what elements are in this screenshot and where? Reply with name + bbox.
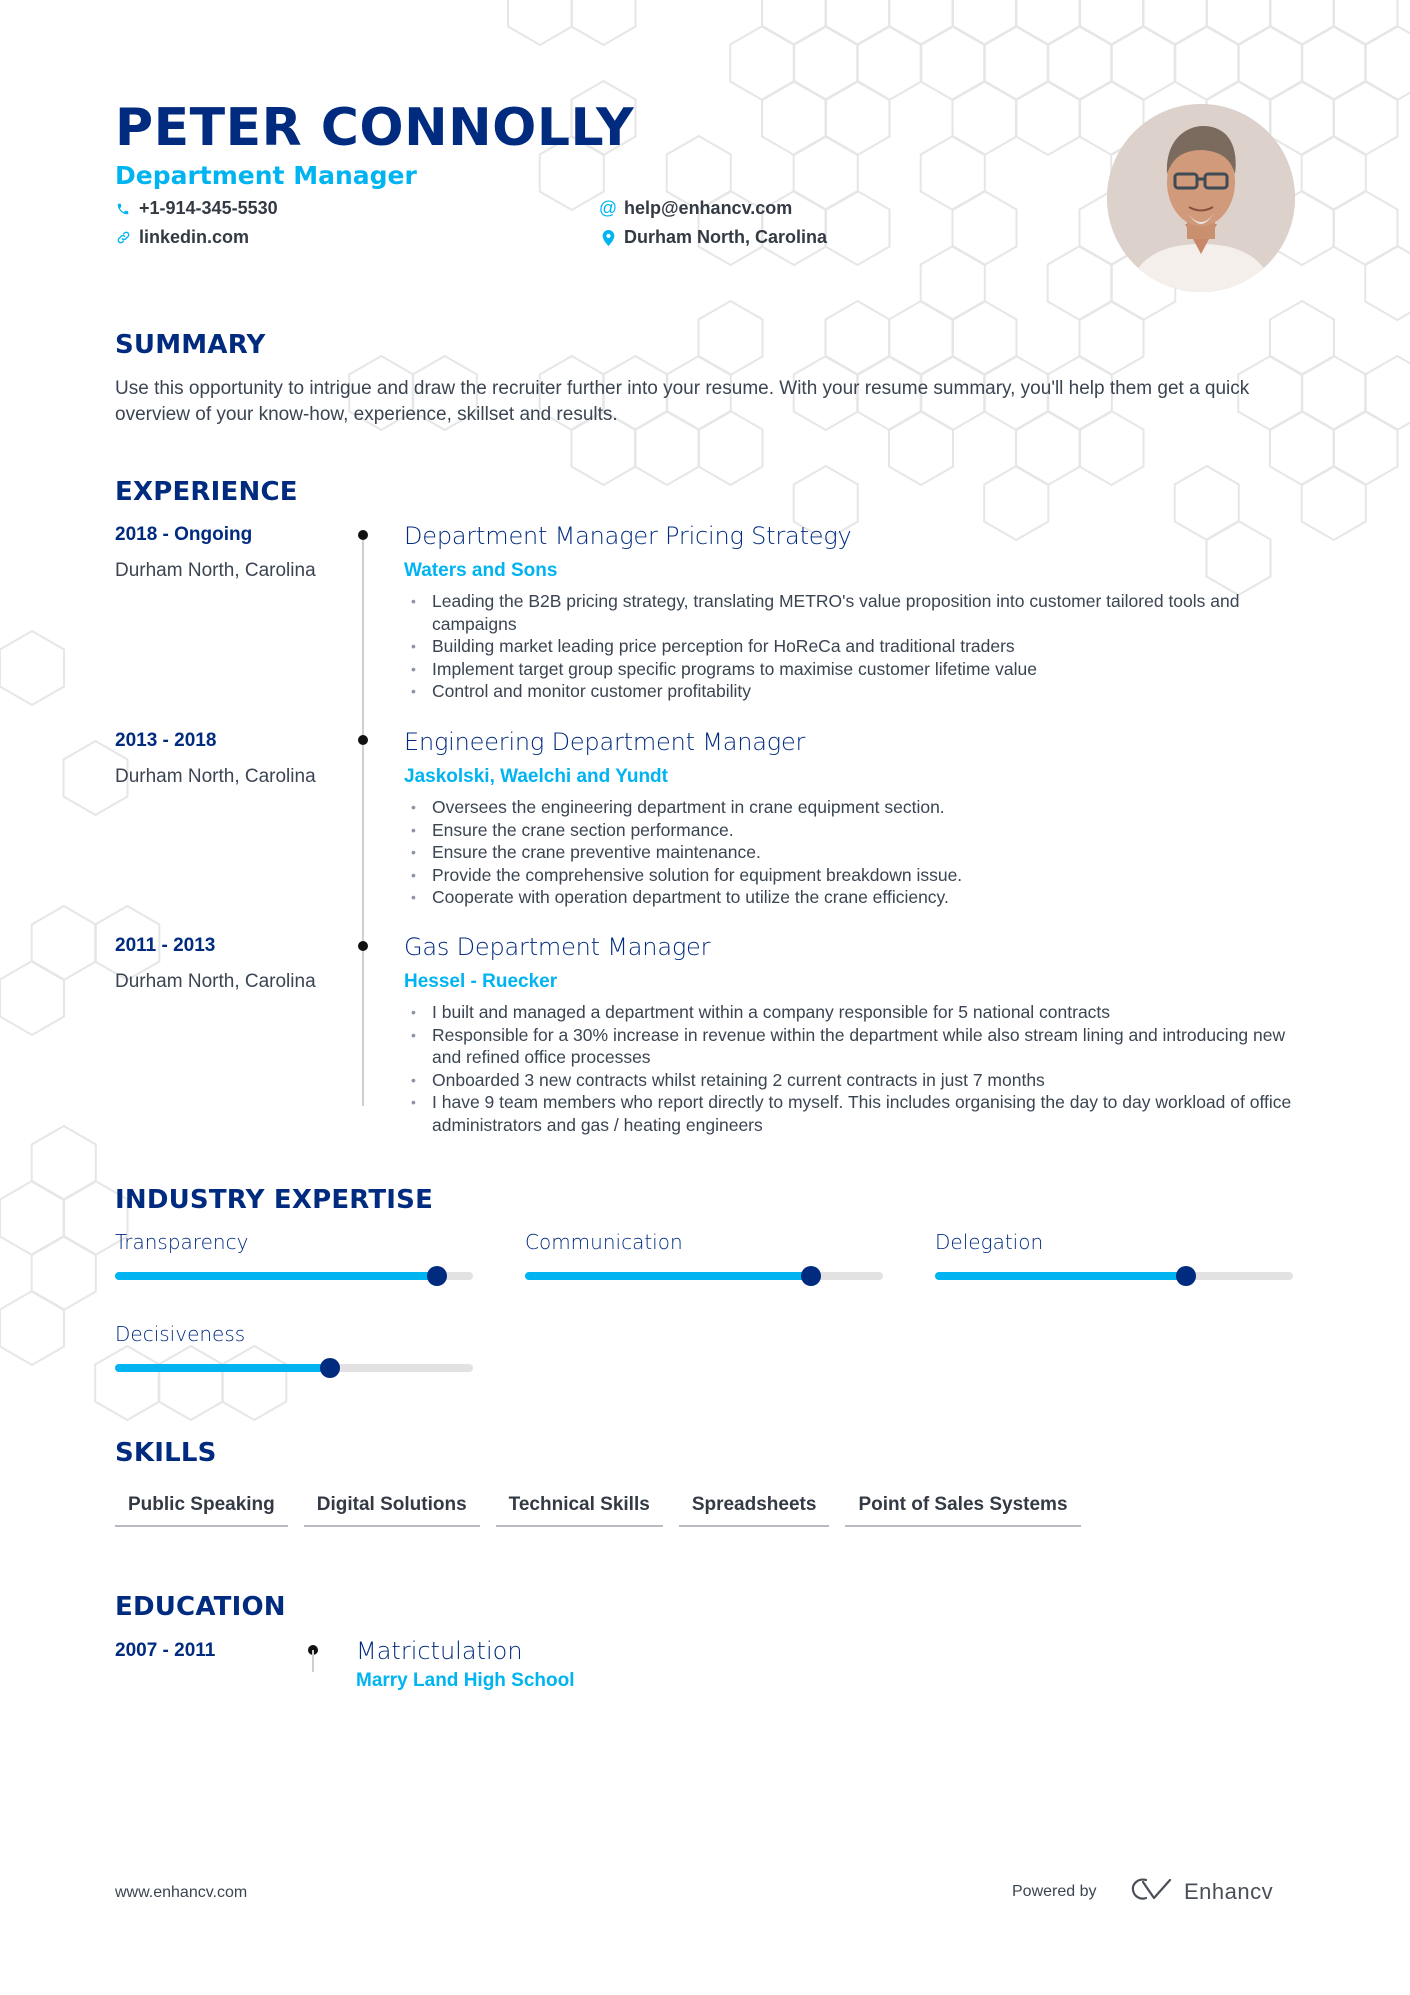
skill-tag: Point of Sales Systems bbox=[845, 1490, 1081, 1527]
expertise-heading: INDUSTRY EXPERTISE bbox=[115, 1185, 434, 1215]
skills-heading: SKILLS bbox=[115, 1438, 217, 1468]
education-school: Marry Land High School bbox=[356, 1670, 575, 1691]
at-icon: @ bbox=[598, 198, 618, 218]
experience-company: Waters and Sons bbox=[404, 560, 558, 581]
location-text: Durham North, Carolina bbox=[624, 227, 828, 247]
bullet-item: Implement target group specific programs… bbox=[404, 658, 1304, 681]
contact-linkedin[interactable]: linkedin.com bbox=[115, 227, 249, 248]
footer-powered-by: Powered by bbox=[1012, 1883, 1097, 1900]
skill-tag: Technical Skills bbox=[495, 1490, 663, 1527]
expertise-bar bbox=[935, 1266, 1293, 1286]
bullet-item: Control and monitor customer profitabili… bbox=[404, 680, 1304, 703]
expertise-bar-fill bbox=[115, 1272, 438, 1280]
contact-phone: +1-914-345-5530 bbox=[115, 198, 278, 219]
expertise-bar bbox=[115, 1266, 473, 1286]
link-icon bbox=[115, 229, 131, 247]
expertise-label: Decisiveness bbox=[115, 1322, 246, 1346]
bullet-item: Leading the B2B pricing strategy, transl… bbox=[404, 590, 1304, 635]
education-degree: Matrictulation bbox=[356, 1637, 523, 1665]
experience-dates: 2013 - 2018 bbox=[115, 730, 217, 751]
enhancv-logo-icon bbox=[1130, 1876, 1176, 1908]
summary-text: Use this opportunity to intrigue and dra… bbox=[115, 378, 1250, 425]
education-dates: 2007 - 2011 bbox=[115, 1640, 216, 1661]
expertise-label: Delegation bbox=[935, 1230, 1044, 1254]
expertise-bar bbox=[525, 1266, 883, 1286]
contact-email[interactable]: @ help@enhancv.com bbox=[598, 198, 792, 219]
experience-dates: 2018 - Ongoing bbox=[115, 524, 253, 545]
experience-bullets: Leading the B2B pricing strategy, transl… bbox=[404, 590, 1304, 703]
bullet-item: Ensure the crane preventive maintenance. bbox=[404, 841, 1304, 864]
summary-heading: SUMMARY bbox=[115, 330, 266, 360]
enhancv-logo-text: Enhancv bbox=[1184, 1879, 1274, 1904]
experience-company: Hessel - Ruecker bbox=[404, 971, 558, 992]
skill-tag: Spreadsheets bbox=[678, 1490, 830, 1527]
timeline-dot bbox=[358, 735, 368, 745]
candidate-title: Department Manager bbox=[115, 161, 417, 190]
bullet-item: Responsible for a 30% increase in revenu… bbox=[404, 1024, 1304, 1069]
bullet-item: I built and managed a department within … bbox=[404, 1001, 1304, 1024]
profile-photo bbox=[1107, 104, 1295, 292]
bullet-item: Provide the comprehensive solution for e… bbox=[404, 864, 1304, 887]
timeline-dot bbox=[358, 530, 368, 540]
phone-icon bbox=[115, 200, 131, 218]
bullet-item: Onboarded 3 new contracts whilst retaini… bbox=[404, 1069, 1304, 1092]
experience-title: Engineering Department Manager bbox=[404, 728, 806, 756]
experience-heading: EXPERIENCE bbox=[115, 477, 298, 507]
skill-tag: Digital Solutions bbox=[303, 1490, 480, 1527]
expertise-label: Communication bbox=[525, 1230, 683, 1254]
experience-company: Jaskolski, Waelchi and Yundt bbox=[404, 766, 668, 787]
education-timeline-line bbox=[312, 1650, 314, 1672]
expertise-bar-fill bbox=[115, 1364, 330, 1372]
candidate-name: PETER CONNOLLY bbox=[115, 98, 635, 158]
bullet-item: Oversees the engineering department in c… bbox=[404, 796, 1304, 819]
portrait-illustration bbox=[1107, 104, 1295, 292]
experience-title: Department Manager Pricing Strategy bbox=[404, 522, 852, 550]
expertise-label: Transparency bbox=[115, 1230, 249, 1254]
experience-location: Durham North, Carolina bbox=[115, 560, 316, 581]
contact-location: Durham North, Carolina bbox=[600, 227, 827, 248]
bullet-item: Cooperate with operation department to u… bbox=[404, 886, 1304, 909]
timeline-dot bbox=[358, 941, 368, 951]
expertise-bar-knob bbox=[319, 1358, 340, 1378]
location-pin-icon bbox=[600, 229, 616, 247]
experience-bullets: I built and managed a department within … bbox=[404, 1001, 1304, 1136]
expertise-bar-knob bbox=[801, 1266, 822, 1286]
skill-tag: Public Speaking bbox=[115, 1490, 288, 1527]
expertise-bar-knob bbox=[427, 1266, 448, 1286]
skills-list: Public Speaking Digital Solutions Techni… bbox=[115, 1490, 1081, 1527]
phone-text: +1-914-345-5530 bbox=[139, 198, 278, 218]
experience-title: Gas Department Manager bbox=[404, 933, 711, 961]
expertise-bar bbox=[115, 1358, 473, 1378]
experience-bullets: Oversees the engineering department in c… bbox=[404, 796, 1304, 909]
bullet-item: Building market leading price perception… bbox=[404, 635, 1304, 658]
education-heading: EDUCATION bbox=[115, 1592, 286, 1622]
expertise-bar-knob bbox=[1175, 1266, 1196, 1286]
experience-location: Durham North, Carolina bbox=[115, 971, 316, 992]
enhancv-logo[interactable]: Enhancv bbox=[1130, 1876, 1273, 1908]
expertise-bar-fill bbox=[935, 1272, 1186, 1280]
linkedin-text[interactable]: linkedin.com bbox=[139, 227, 249, 248]
email-text[interactable]: help@enhancv.com bbox=[624, 198, 792, 219]
footer-website-link[interactable]: www.enhancv.com bbox=[115, 1884, 247, 1902]
expertise-bar-fill bbox=[525, 1272, 812, 1280]
experience-location: Durham North, Carolina bbox=[115, 766, 316, 787]
bullet-item: I have 9 team members who report directl… bbox=[404, 1091, 1304, 1136]
experience-timeline-line bbox=[362, 534, 364, 1106]
bullet-item: Ensure the crane section performance. bbox=[404, 819, 1304, 842]
resume-page: PETER CONNOLLY Department Manager +1-914… bbox=[0, 0, 1410, 1995]
experience-dates: 2011 - 2013 bbox=[115, 935, 216, 956]
